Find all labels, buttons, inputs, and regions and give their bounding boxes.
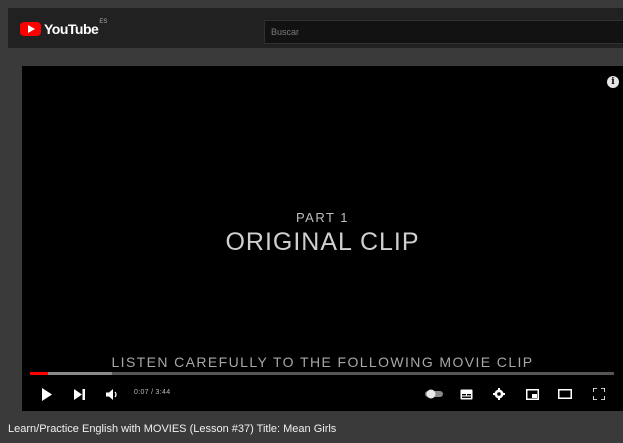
fullscreen-button[interactable] [588, 380, 610, 408]
youtube-logo[interactable]: YouTube ES [20, 19, 108, 37]
video-player[interactable]: i PART 1 ORIGINAL CLIP LISTEN CAREFULLY … [22, 66, 623, 411]
miniplayer-icon [525, 388, 539, 400]
time-display: 0:07 / 3:44 [134, 389, 171, 396]
search-input[interactable]: Buscar [264, 20, 623, 44]
masthead: YouTube ES Buscar [8, 8, 623, 48]
next-icon [73, 388, 85, 400]
progress-played [30, 372, 48, 375]
volume-icon [105, 388, 117, 400]
settings-button[interactable] [488, 380, 510, 408]
youtube-logo-icon [20, 22, 41, 36]
settings-icon [493, 388, 505, 400]
youtube-page: YouTube ES Buscar i PART 1 ORIGINAL CLIP… [0, 0, 623, 443]
volume-button[interactable] [102, 380, 122, 408]
region-code: ES [99, 19, 108, 25]
player-controls: 0:07 / 3:44 [22, 380, 623, 408]
clip-title: ORIGINAL CLIP [225, 228, 420, 256]
part-label: PART 1 [295, 210, 350, 225]
info-icon[interactable]: i [607, 76, 619, 88]
video-subtitle: LISTEN CAREFULLY TO THE FOLLOWING MOVIE … [111, 354, 534, 370]
theater-icon [558, 389, 572, 399]
subtitles-icon [460, 389, 472, 399]
video-title[interactable]: Learn/Practice English with MOVIES (Less… [8, 423, 336, 435]
theater-button[interactable] [554, 380, 576, 408]
progress-bar[interactable] [30, 372, 614, 375]
play-button[interactable] [36, 380, 58, 408]
miniplayer-button[interactable] [521, 380, 543, 408]
play-icon [42, 387, 52, 401]
next-button[interactable] [69, 380, 89, 408]
fullscreen-icon [593, 388, 605, 400]
subtitles-button[interactable] [455, 380, 477, 408]
autoplay-toggle-icon [425, 389, 443, 399]
logo-wordmark: YouTube [44, 21, 99, 37]
autoplay-toggle[interactable] [423, 380, 447, 408]
